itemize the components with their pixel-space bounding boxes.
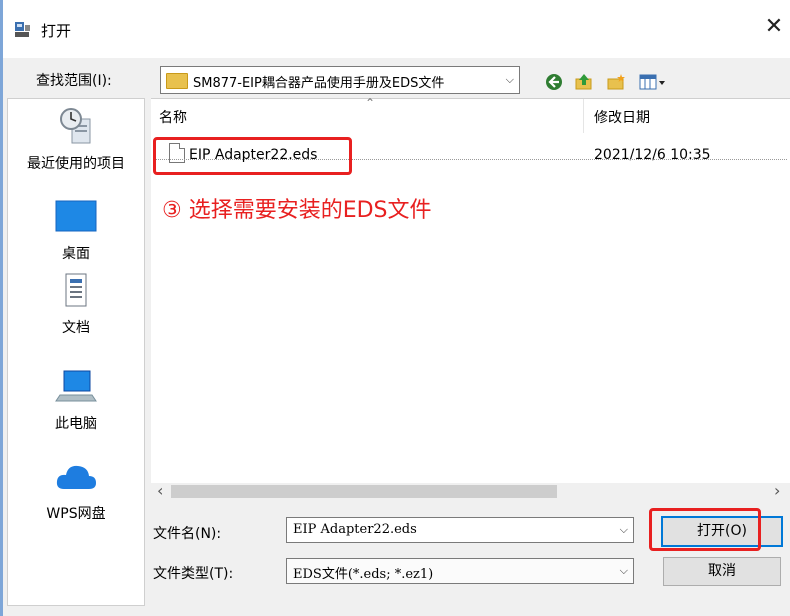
computer-icon xyxy=(55,370,97,402)
place-wps-cloud[interactable]: WPS网盘 xyxy=(8,461,144,523)
open-file-dialog: 打开 ✕ 查找范围(I): SM877-EIP耦合器产品使用手册及EDS文件 ⌵ xyxy=(0,0,790,616)
dialog-title: 打开 xyxy=(41,22,72,40)
new-folder-icon[interactable] xyxy=(606,72,626,92)
chevron-down-icon: ⌵ xyxy=(619,564,628,577)
place-label: 桌面 xyxy=(62,246,90,262)
column-header-name[interactable]: 名称 xyxy=(159,107,187,127)
app-icon xyxy=(15,22,30,37)
filename-input[interactable]: EIP Adapter22.eds ⌵ xyxy=(286,517,634,543)
place-computer[interactable]: 此电脑 xyxy=(8,369,144,433)
filetype-select[interactable]: EDS文件(*.eds; *.ez1) ⌵ xyxy=(286,558,634,584)
cancel-button-label: 取消 xyxy=(708,563,736,579)
cloud-icon xyxy=(56,465,96,489)
filename-value: EIP Adapter22.eds xyxy=(293,522,417,537)
cancel-button[interactable]: 取消 xyxy=(663,557,781,586)
desktop-icon xyxy=(55,200,97,232)
chevron-down-icon[interactable]: ⌵ xyxy=(620,523,628,537)
scroll-right-icon[interactable]: › xyxy=(774,481,780,500)
place-label: 最近使用的项目 xyxy=(27,156,125,172)
place-documents[interactable]: 文档 xyxy=(8,271,144,337)
annotation-step3: ③ 选择需要安装的EDS文件 xyxy=(162,198,432,223)
highlight-open-box xyxy=(649,508,761,551)
look-in-value: SM877-EIP耦合器产品使用手册及EDS文件 xyxy=(193,76,445,91)
look-in-label: 查找范围(I): xyxy=(36,73,112,89)
chevron-down-icon: ⌵ xyxy=(505,73,514,86)
scroll-thumb[interactable] xyxy=(171,485,557,498)
filetype-value: EDS文件(*.eds; *.ez1) xyxy=(293,567,434,582)
scroll-left-icon[interactable]: ‹ xyxy=(157,481,163,500)
folder-icon xyxy=(166,73,188,89)
horizontal-scrollbar[interactable]: ‹ › xyxy=(151,481,790,500)
up-folder-icon[interactable] xyxy=(574,72,594,92)
column-header-modified[interactable]: 修改日期 xyxy=(594,107,650,127)
place-label: 文档 xyxy=(62,320,90,336)
view-menu-icon[interactable] xyxy=(638,72,668,92)
place-desktop[interactable]: 桌面 xyxy=(8,199,144,263)
place-label: 此电脑 xyxy=(55,416,97,432)
documents-icon xyxy=(65,273,87,307)
sort-caret-icon: ⌃ xyxy=(365,96,376,110)
close-icon[interactable]: ✕ xyxy=(758,12,790,42)
filetype-label: 文件类型(T): xyxy=(153,566,234,582)
back-icon[interactable] xyxy=(544,72,564,92)
place-label: WPS网盘 xyxy=(46,506,106,522)
places-bar: 最近使用的项目 桌面 文档 此电脑 WPS网盘 xyxy=(7,98,145,606)
column-divider xyxy=(583,99,584,133)
filename-label: 文件名(N): xyxy=(153,526,222,542)
window-edge xyxy=(0,0,3,616)
recent-clock-icon xyxy=(60,108,91,144)
title-bar: 打开 ✕ xyxy=(3,0,790,58)
highlight-file-box xyxy=(153,137,352,175)
look-in-combo[interactable]: SM877-EIP耦合器产品使用手册及EDS文件 ⌵ xyxy=(160,66,520,94)
file-modified: 2021/12/6 10:35 xyxy=(594,147,711,163)
place-recent[interactable]: 最近使用的项目 xyxy=(8,105,144,173)
